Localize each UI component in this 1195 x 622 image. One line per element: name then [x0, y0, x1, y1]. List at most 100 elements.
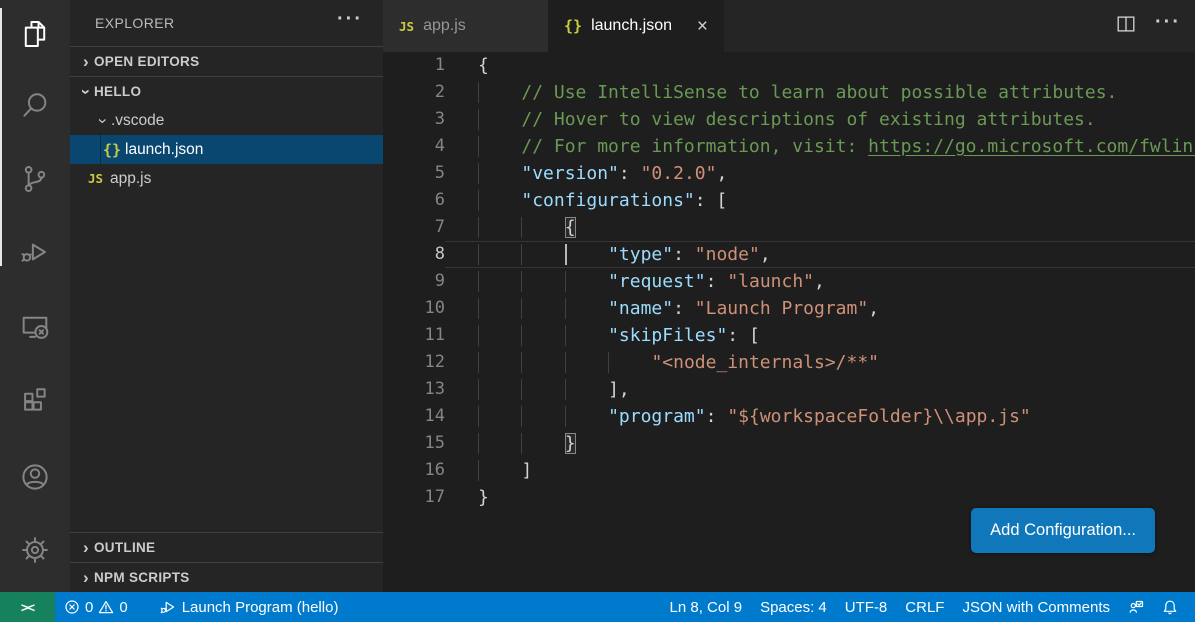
line-content: } [445, 484, 1195, 511]
tree-item-open-editors[interactable]: ›OPEN EDITORS [70, 47, 383, 76]
indent-guide [521, 406, 564, 427]
code-token: "version" [521, 163, 619, 184]
line-number: 15 [383, 430, 445, 457]
code-token: : [673, 298, 695, 319]
settings-icon[interactable] [0, 526, 70, 574]
code-line[interactable]: 4 // For more information, visit: https:… [383, 133, 1195, 160]
line-content: // For more information, visit: https://… [445, 133, 1195, 160]
search-icon[interactable] [0, 82, 70, 130]
status-item-utf-8[interactable]: UTF-8 [836, 592, 897, 622]
add-configuration-button[interactable]: Add Configuration... [971, 508, 1155, 553]
tab-launch.json[interactable]: {}launch.json× [548, 0, 724, 52]
line-number: 9 [383, 268, 445, 295]
status-item-ln-8-col-9[interactable]: Ln 8, Col 9 [661, 592, 752, 622]
code-line[interactable]: 7 { [383, 214, 1195, 241]
indent-guide [478, 433, 521, 454]
extensions-icon[interactable] [0, 376, 70, 424]
vscode-window: EXPLORER ··· ›OPEN EDITORS›HELLO›.vscode… [0, 0, 1195, 622]
code-editor[interactable]: 1{2 // Use IntelliSense to learn about p… [383, 52, 1195, 511]
indent-guide [521, 433, 564, 454]
indent-guide [565, 352, 608, 373]
feedback-status[interactable] [1119, 592, 1153, 622]
code-token: "configurations" [521, 190, 694, 211]
code-line[interactable]: 16 ] [383, 457, 1195, 484]
tab-app.js[interactable]: JSapp.js [383, 0, 548, 52]
line-content: "configurations": [ [445, 187, 1195, 214]
status-item-crlf[interactable]: CRLF [896, 592, 953, 622]
line-content: "type": "node", [445, 241, 1195, 268]
error-count: 0 [85, 599, 93, 616]
tree-item-app.js[interactable]: JSapp.js [70, 164, 383, 193]
run-and-debug-icon[interactable] [0, 228, 70, 276]
source-control-icon[interactable] [0, 155, 70, 203]
code-line[interactable]: 9 "request": "launch", [383, 268, 1195, 295]
tree-item-.vscode[interactable]: ›.vscode [70, 106, 383, 135]
sidebar-bottom-sections: ›OUTLINE›NPM SCRIPTS [70, 532, 383, 592]
indent-guide [565, 406, 608, 427]
tree-item-outline[interactable]: ›OUTLINE [70, 533, 383, 562]
indent-guide [478, 244, 521, 265]
remote-icon: >< [21, 600, 34, 615]
tree-item-label: OPEN EDITORS [94, 54, 199, 69]
explorer-icon[interactable] [0, 10, 70, 58]
code-line[interactable]: 13 ], [383, 376, 1195, 403]
tree-item-npm-scripts[interactable]: ›NPM SCRIPTS [70, 563, 383, 592]
code-line[interactable]: 15 } [383, 430, 1195, 457]
indent-guide [521, 298, 564, 319]
tree-indent-guide [100, 135, 101, 164]
line-content: { [445, 214, 1195, 241]
code-line[interactable]: 14 "program": "${workspaceFolder}\\app.j… [383, 403, 1195, 430]
accounts-icon[interactable] [0, 453, 70, 501]
notifications-bell-icon [1162, 599, 1178, 615]
remote-explorer-icon[interactable] [0, 303, 70, 351]
line-content: "<node_internals>/**" [445, 349, 1195, 376]
code-token: : [706, 406, 728, 427]
indent-guide [565, 325, 608, 346]
line-content: } [445, 430, 1195, 457]
problems-status[interactable]: 0 0 [55, 592, 137, 622]
code-line[interactable]: 2 // Use IntelliSense to learn about pos… [383, 79, 1195, 106]
code-line[interactable]: 10 "name": "Launch Program", [383, 295, 1195, 322]
tree-item-label: OUTLINE [94, 540, 155, 555]
sidebar-header: EXPLORER ··· [70, 0, 383, 46]
code-token: , [814, 271, 825, 292]
line-content: ], [445, 376, 1195, 403]
code-line[interactable]: 17} [383, 484, 1195, 511]
indent-guide [478, 460, 521, 481]
code-token: ], [608, 379, 630, 400]
line-content: "program": "${workspaceFolder}\\app.js" [445, 403, 1195, 430]
code-line[interactable]: 6 "configurations": [ [383, 187, 1195, 214]
code-token: "${workspaceFolder}\\app.js" [727, 406, 1030, 427]
code-line[interactable]: 11 "skipFiles": [ [383, 322, 1195, 349]
line-content: "name": "Launch Program", [445, 295, 1195, 322]
notifications-bell-status[interactable] [1153, 592, 1187, 622]
warning-count: 0 [119, 599, 127, 616]
code-token: { [478, 55, 489, 76]
status-item-label: CRLF [905, 599, 944, 616]
code-line[interactable]: 5 "version": "0.2.0", [383, 160, 1195, 187]
line-number: 6 [383, 187, 445, 214]
code-token: // Use IntelliSense to learn about possi… [521, 82, 1117, 103]
code-line[interactable]: 1{ [383, 52, 1195, 79]
status-item-json-with-comments[interactable]: JSON with Comments [953, 592, 1119, 622]
sidebar-more-actions-icon[interactable]: ··· [331, 14, 369, 32]
debug-launch-status[interactable]: Launch Program (hello) [151, 592, 348, 622]
line-content: { [445, 52, 1195, 79]
line-number: 12 [383, 349, 445, 376]
line-number: 1 [383, 52, 445, 79]
code-line[interactable]: 3 // Hover to view descriptions of exist… [383, 106, 1195, 133]
sidebar-title: EXPLORER [95, 15, 331, 31]
tab-label: app.js [423, 17, 466, 35]
tree-item-hello[interactable]: ›HELLO [70, 77, 383, 106]
indent-guide [565, 379, 608, 400]
tree-item-launch.json[interactable]: {}launch.json [70, 135, 383, 164]
code-line[interactable]: 8 "type": "node", [383, 241, 1195, 268]
remote-indicator[interactable]: >< [0, 592, 55, 622]
code-line[interactable]: 12 "<node_internals>/**" [383, 349, 1195, 376]
indent-guide [521, 325, 564, 346]
split-editor-icon[interactable] [1115, 13, 1137, 40]
editor-more-actions-icon[interactable]: ··· [1155, 18, 1181, 34]
code-token: "Launch Program" [695, 298, 868, 319]
close-tab-icon[interactable]: × [697, 17, 708, 36]
status-item-spaces-4[interactable]: Spaces: 4 [751, 592, 836, 622]
